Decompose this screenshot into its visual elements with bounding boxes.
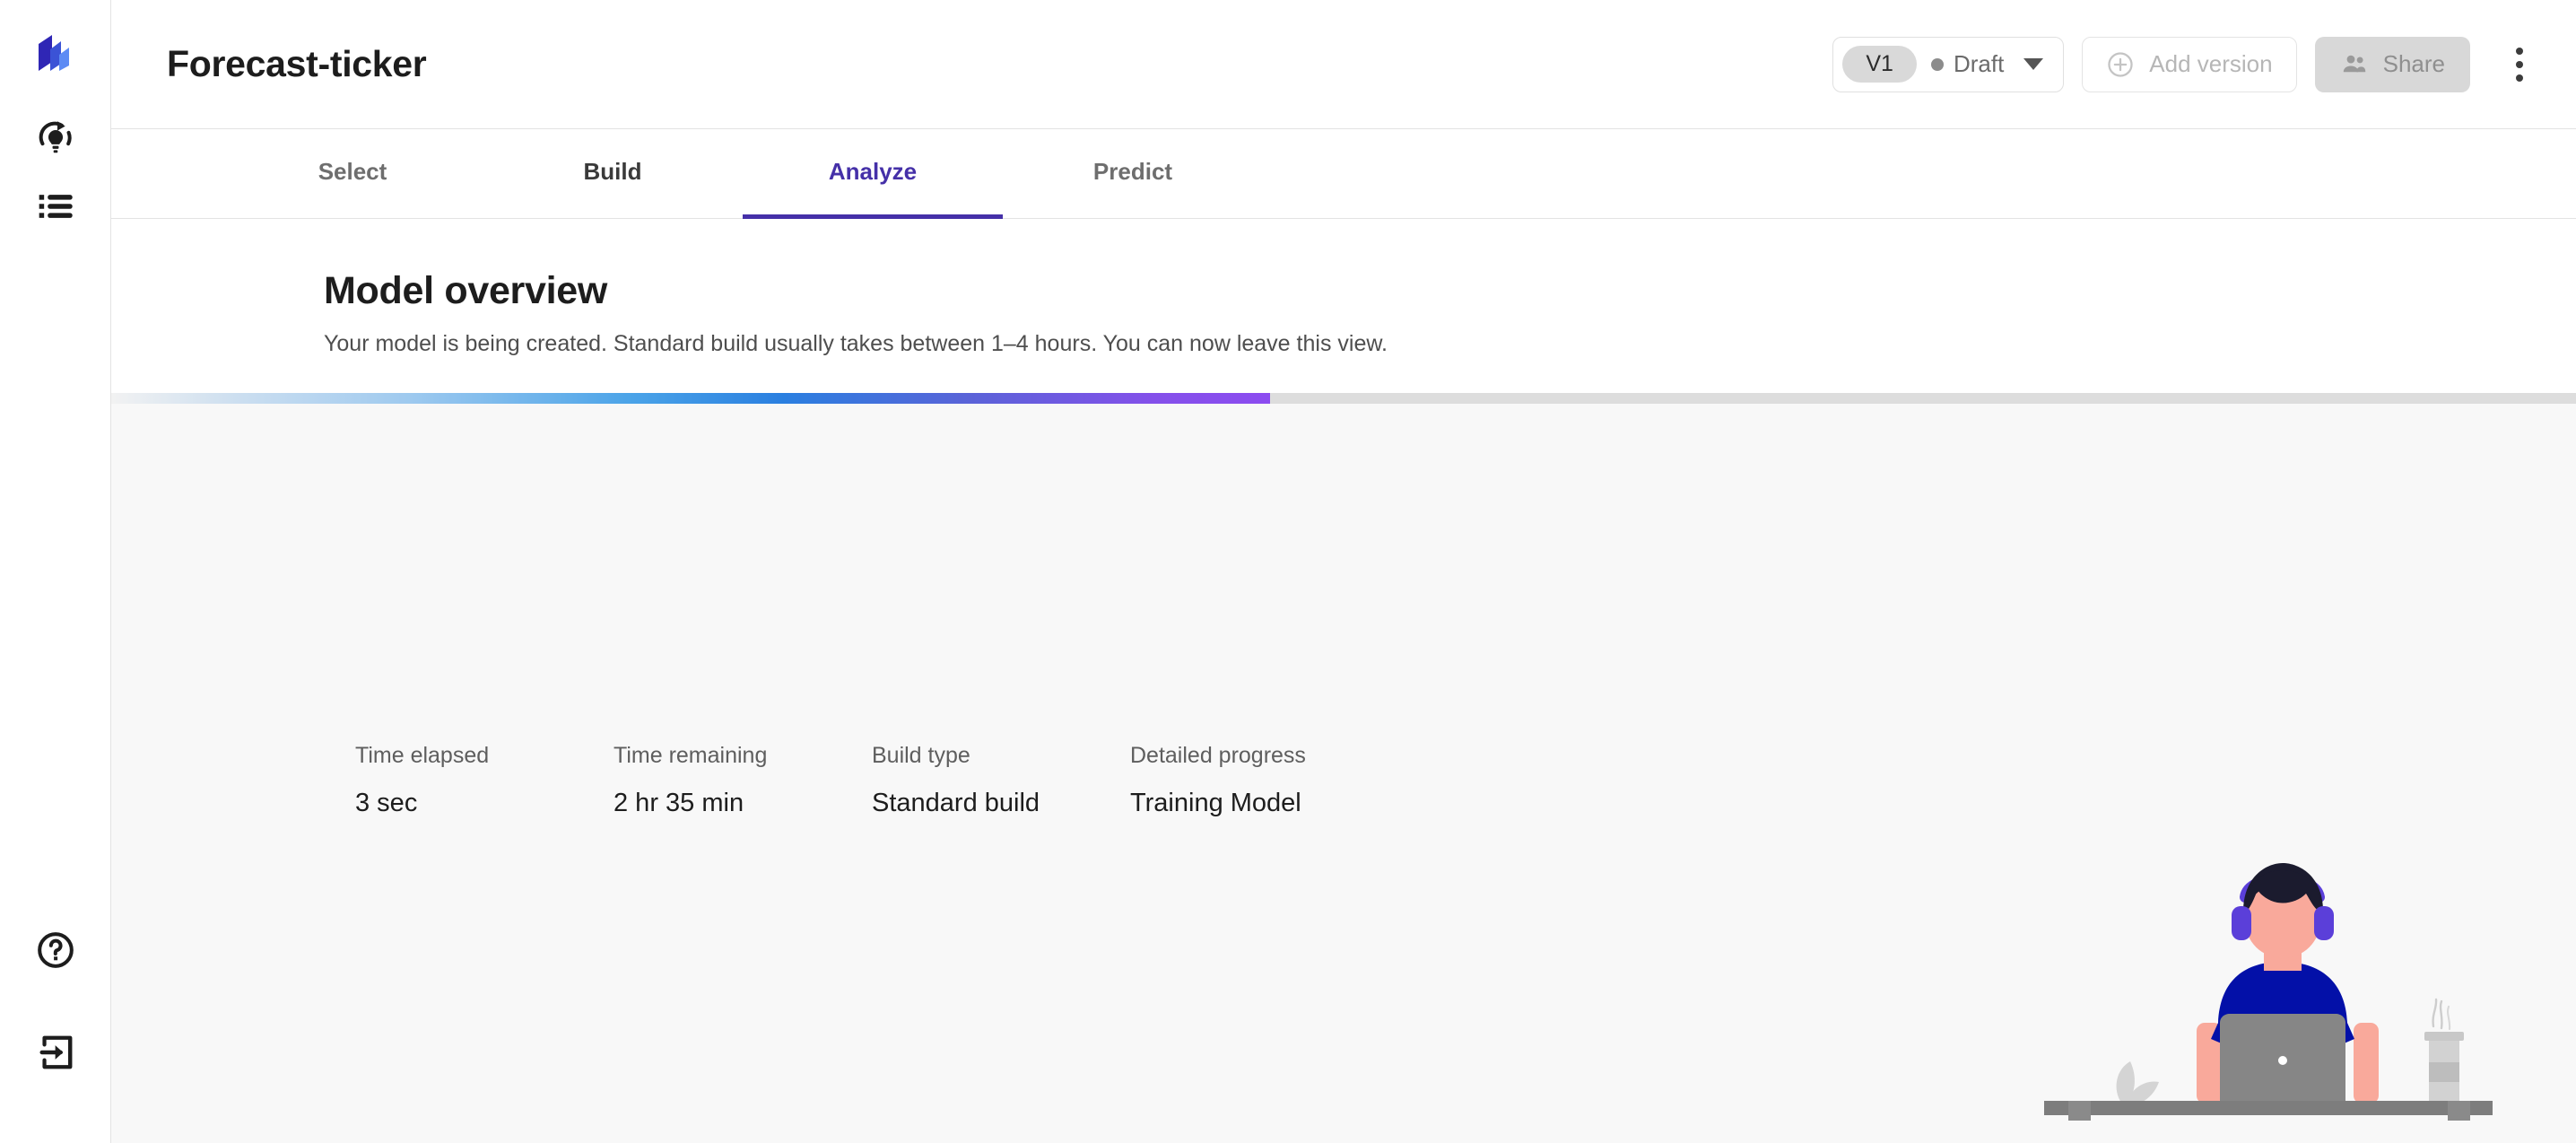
plant-icon (2116, 1061, 2159, 1105)
plus-circle-icon (2108, 51, 2133, 77)
version-selector[interactable]: V1 Draft (1832, 36, 2065, 92)
stat-label: Build type (872, 743, 970, 768)
people-icon (2343, 55, 2365, 72)
dot-icon (2516, 47, 2523, 55)
app-root: Forecast-ticker V1 Draft Add version Sha… (0, 0, 2576, 1143)
tab-select[interactable]: Select (222, 129, 483, 219)
help-circle-icon (37, 932, 74, 968)
sidebar-nav (0, 104, 110, 240)
stat-label: Time remaining (614, 743, 768, 768)
page-title: Forecast-ticker (167, 43, 427, 84)
add-version-label: Add version (2149, 50, 2273, 77)
main-column: Forecast-ticker V1 Draft Add version Sha… (111, 0, 2576, 1143)
coffee-cup-icon (2424, 998, 2464, 1102)
sidebar-item-logout[interactable] (0, 1001, 110, 1104)
sidebar-item-help[interactable] (0, 899, 110, 1001)
sidebar-bottom-nav (0, 899, 110, 1143)
person-at-laptop-illustration (2044, 847, 2519, 1134)
stat-label: Detailed progress (1130, 743, 1306, 768)
build-progress-fill (111, 393, 1270, 404)
status-badge: Draft (1930, 50, 2005, 78)
app-logo[interactable] (0, 0, 110, 104)
status-label: Draft (1953, 50, 2005, 77)
overview-header: Model overview Your model is being creat… (111, 219, 2576, 357)
status-dot-icon (1930, 57, 1944, 71)
headphone-earcup-left (2232, 906, 2251, 940)
stat-value: Standard build (872, 789, 1040, 817)
dot-icon (2516, 60, 2523, 68)
stat-build-type: Build type Standard build (872, 743, 1130, 818)
stacked-panels-logo-icon (38, 35, 69, 71)
tab-build[interactable]: Build (483, 129, 743, 219)
logout-icon (39, 1035, 72, 1069)
stat-value: 2 hr 35 min (614, 789, 744, 817)
stat-time-remaining: Time remaining 2 hr 35 min (614, 743, 872, 818)
stat-value: 3 sec (355, 789, 418, 817)
add-version-button[interactable]: Add version (2082, 36, 2297, 92)
illustration-svg (2044, 863, 2493, 1121)
overview-subtitle: Your model is being created. Standard bu… (324, 331, 1388, 356)
chevron-down-icon (2023, 58, 2044, 70)
dot-icon (2516, 74, 2523, 82)
lightbulb-refresh-icon (39, 121, 72, 153)
desk-leg-left (2068, 1101, 2091, 1121)
content-area: Model overview Your model is being creat… (111, 219, 2576, 1143)
app-header: Forecast-ticker V1 Draft Add version Sha… (111, 0, 2576, 129)
stat-value: Training Model (1130, 789, 1301, 817)
build-stats: Time elapsed 3 sec Time remaining 2 hr 3… (355, 743, 1388, 818)
stat-detailed-progress: Detailed progress Training Model (1130, 743, 1388, 818)
sidebar-item-list[interactable] (0, 172, 110, 240)
laptop-logo-icon (2278, 1056, 2287, 1065)
stat-time-elapsed: Time elapsed 3 sec (355, 743, 614, 818)
version-badge: V1 (1842, 46, 1917, 83)
overview-title: Model overview (324, 269, 608, 312)
sidebar (0, 0, 111, 1143)
header-actions: V1 Draft Add version Share (1832, 36, 2546, 92)
list-icon (39, 195, 73, 218)
stat-label: Time elapsed (355, 743, 490, 768)
share-label: Share (2382, 50, 2445, 77)
share-button[interactable]: Share (2314, 36, 2470, 92)
desk-top (2044, 1101, 2493, 1115)
more-options-button[interactable] (2493, 37, 2546, 92)
desk-leg-right (2448, 1101, 2470, 1121)
tab-bar: Select Build Analyze Predict (111, 129, 2576, 219)
build-progress-bar (111, 393, 2576, 404)
headphone-earcup-right (2314, 906, 2334, 940)
sidebar-item-model[interactable] (0, 104, 110, 172)
tab-predict[interactable]: Predict (1003, 129, 1263, 219)
tab-analyze[interactable]: Analyze (743, 129, 1003, 219)
